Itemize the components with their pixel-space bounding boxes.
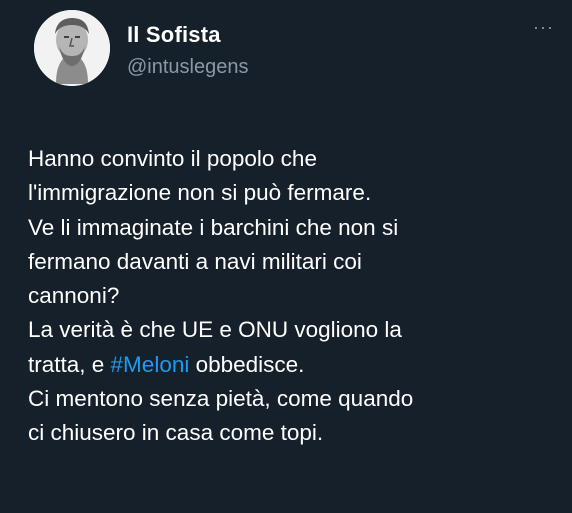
tweet-line-with-hashtag: tratta, e #Meloni obbedisce. [28, 348, 558, 382]
tweet-line: fermano davanti a navi militari coi [28, 248, 362, 274]
tweet-line: cannoni? [28, 283, 120, 309]
philosopher-bust-avatar-icon [34, 10, 110, 86]
tweet-text-segment: obbedisce. [189, 351, 305, 377]
avatar[interactable] [34, 10, 110, 86]
tweet-card: Il Sofista @intuslegens ··· Hanno convin… [0, 0, 572, 513]
tweet-text: Hanno convinto il popolo che l'immigrazi… [28, 142, 558, 451]
display-name[interactable]: Il Sofista [127, 22, 221, 48]
tweet-line: Ci mentono senza pietà, come quando [28, 386, 414, 412]
tweet-line: La verità è che UE e ONU vogliono la [28, 317, 402, 343]
tweet-line: Hanno convinto il popolo che [28, 146, 317, 171]
hashtag-link[interactable]: #Meloni [111, 352, 190, 377]
tweet-line: ci chiusero in casa come topi. [28, 420, 324, 446]
more-options-icon[interactable]: ··· [533, 18, 554, 36]
tweet-line: Ve li immaginate i barchini che non si [28, 214, 399, 240]
handle[interactable]: @intuslegens [127, 56, 248, 79]
tweet-text-segment: tratta, e [28, 351, 111, 377]
tweet-line: l'immigrazione non si può fermare. [28, 180, 372, 206]
